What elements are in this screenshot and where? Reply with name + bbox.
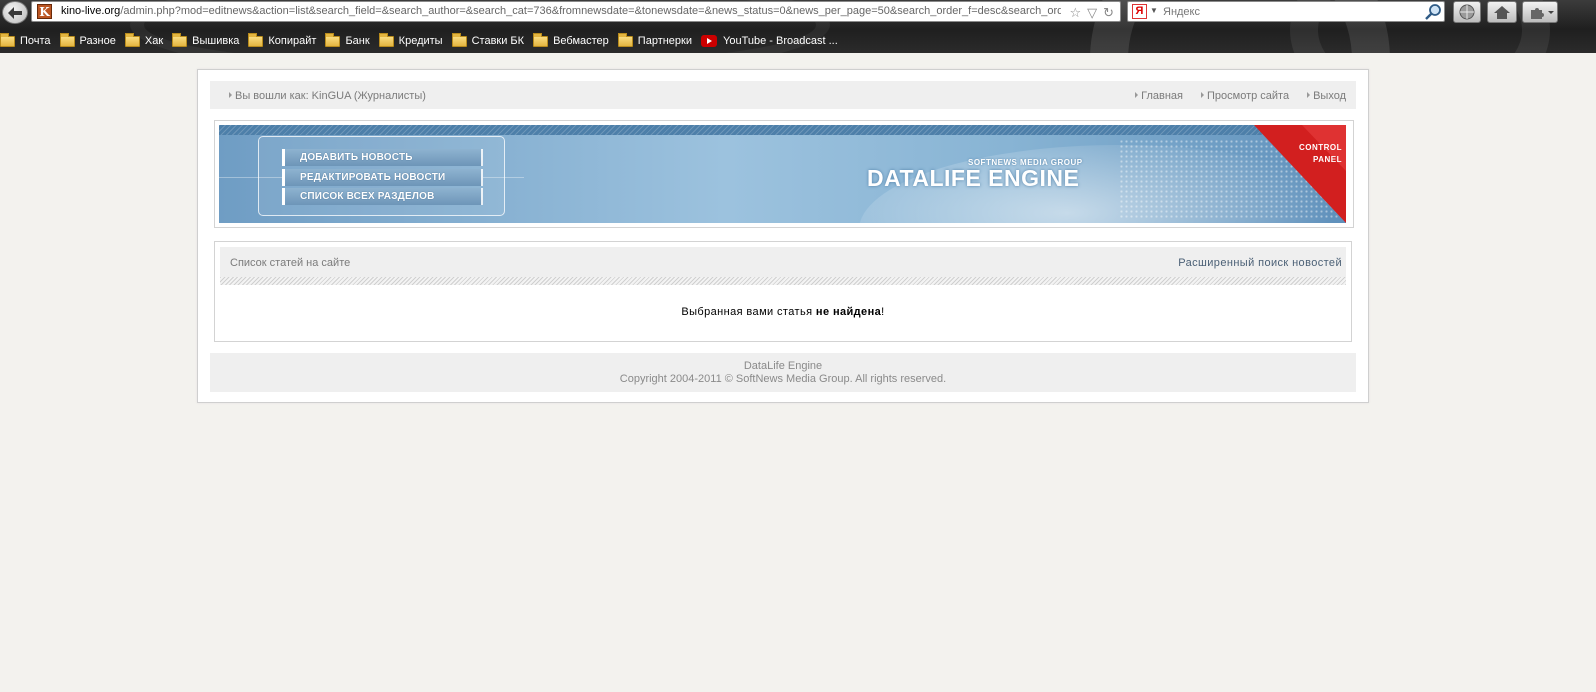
hatched-divider xyxy=(220,277,1346,285)
control-panel-corner xyxy=(1254,125,1346,223)
articles-header: Список статей на сайте Расширенный поиск… xyxy=(220,247,1346,277)
history-dropdown-icon[interactable]: ▽ xyxy=(1087,5,1097,20)
back-arrow-icon xyxy=(8,7,22,19)
search-engine-placeholder: Яндекс xyxy=(1163,6,1200,18)
folder-icon xyxy=(325,32,341,47)
folder-icon xyxy=(378,32,394,47)
puzzle-icon xyxy=(1531,8,1554,19)
bookmark-label: Копирайт xyxy=(268,35,317,47)
search-engine-dropdown-icon[interactable]: ▼ xyxy=(1150,6,1158,15)
articles-box: Список статей на сайте Расширенный поиск… xyxy=(214,241,1352,342)
bookmark-item[interactable]: Разное xyxy=(59,32,116,47)
logout-link[interactable]: Выход xyxy=(1307,90,1346,102)
bullet-arrow-icon xyxy=(1135,92,1139,98)
page-footer: DataLife Engine Copyright 2004-2011 © So… xyxy=(210,353,1356,392)
folder-icon xyxy=(124,32,140,47)
reload-icon[interactable]: ↻ xyxy=(1103,5,1114,20)
bookmark-item[interactable]: Банк xyxy=(325,32,370,47)
youtube-icon xyxy=(701,35,718,47)
addon-button[interactable] xyxy=(1453,1,1481,23)
top-links: Главная Просмотр сайта Выход xyxy=(1135,90,1346,102)
quick-menu-panel: ДОБАВИТЬ НОВОСТЬ РЕДАКТИРОВАТЬ НОВОСТИ С… xyxy=(258,136,505,216)
footer-product: DataLife Engine xyxy=(743,360,823,372)
bookmark-item[interactable]: Кредиты xyxy=(378,32,443,47)
logout-link-label: Выход xyxy=(1313,90,1346,102)
folder-icon xyxy=(617,32,633,47)
folder-icon xyxy=(0,32,15,47)
search-icon[interactable] xyxy=(1424,3,1442,21)
bookmark-item[interactable]: Вебмастер xyxy=(533,32,609,47)
message-prefix: Выбранная вами статья xyxy=(681,306,816,318)
articles-title: Список статей на сайте xyxy=(230,257,351,269)
message-bold: не найдена xyxy=(815,306,882,318)
bookmark-item[interactable]: Вышивка xyxy=(172,32,240,47)
globe-icon xyxy=(1459,4,1475,20)
site-favicon-icon: K xyxy=(37,4,52,19)
message-suffix: ! xyxy=(881,306,885,318)
bookmark-item[interactable]: Почта xyxy=(0,32,51,47)
admin-panel-frame: Вы вошли как: KinGUA (Журналисты) Главна… xyxy=(197,69,1369,403)
footer-copyright: Copyright 2004-2011 © SoftNews Media Gro… xyxy=(619,373,947,385)
control-panel-line2: PANEL xyxy=(1312,155,1342,164)
control-panel-line1: CONTROL xyxy=(1298,143,1342,152)
address-bar-icons: ☆ ▽ ↻ xyxy=(1069,4,1114,20)
bookmark-label: Кредиты xyxy=(398,35,443,47)
bookmark-label: Разное xyxy=(79,35,116,47)
advanced-search-link[interactable]: Расширенный поиск новостей xyxy=(1178,257,1342,269)
bookmark-item[interactable]: YouTube - Broadcast ... xyxy=(701,35,838,47)
home-link[interactable]: Главная xyxy=(1135,90,1183,102)
edit-news-button[interactable]: РЕДАКТИРОВАТЬ НОВОСТИ xyxy=(282,169,483,186)
view-site-link-label: Просмотр сайта xyxy=(1206,90,1290,102)
back-button[interactable] xyxy=(2,1,28,24)
bookmark-label: Хак xyxy=(144,35,164,47)
url-host: kino-live.org xyxy=(61,5,121,17)
user-info: Вы вошли как: KinGUA (Журналисты) xyxy=(229,90,426,102)
bookmark-label: Вышивка xyxy=(192,35,240,47)
home-link-label: Главная xyxy=(1141,90,1183,102)
extensions-button[interactable] xyxy=(1522,1,1558,23)
bullet-arrow-icon xyxy=(229,92,232,98)
search-bar[interactable]: Я ▼ Яндекс xyxy=(1127,1,1445,22)
add-news-button[interactable]: ДОБАВИТЬ НОВОСТЬ xyxy=(282,149,483,166)
bookmark-label: Партнерки xyxy=(637,35,693,47)
yandex-logo-icon[interactable]: Я xyxy=(1132,4,1147,19)
folder-icon xyxy=(59,32,75,47)
bookmark-label: Почта xyxy=(20,35,51,47)
url-text[interactable]: kino-live.org/admin.php?mod=editnews&act… xyxy=(61,5,1061,17)
bookmarks-toolbar: Почта Разное Хак Вышивка Копирайт Банк К… xyxy=(0,31,1596,51)
folder-icon xyxy=(248,32,264,47)
bookmark-item[interactable]: Ставки БК xyxy=(451,32,525,47)
bookmark-label: Банк xyxy=(345,35,370,47)
folder-icon xyxy=(451,32,467,47)
url-path: /admin.php?mod=editnews&action=list&sear… xyxy=(120,5,1061,17)
all-sections-button[interactable]: СПИСОК ВСЕХ РАЗДЕЛОВ xyxy=(282,188,483,205)
address-bar[interactable]: K kino-live.org/admin.php?mod=editnews&a… xyxy=(31,1,1121,22)
folder-icon xyxy=(172,32,188,47)
bookmark-label: YouTube - Broadcast ... xyxy=(723,35,838,47)
bookmark-item[interactable]: Хак xyxy=(124,32,164,47)
browser-chrome: K kino-live.org/admin.php?mod=editnews&a… xyxy=(0,0,1596,53)
user-info-text: Вы вошли как: KinGUA (Журналисты) xyxy=(235,90,426,102)
bullet-arrow-icon xyxy=(1200,92,1204,98)
datalife-banner: ДОБАВИТЬ НОВОСТЬ РЕДАКТИРОВАТЬ НОВОСТИ С… xyxy=(219,125,1346,223)
bookmark-label: Вебмастер xyxy=(553,35,609,47)
not-found-message: Выбранная вами статья не найдена! xyxy=(215,306,1351,318)
bookmark-star-icon[interactable]: ☆ xyxy=(1069,5,1081,20)
home-button[interactable] xyxy=(1487,1,1517,23)
banner-stripe xyxy=(219,125,1346,135)
view-site-link[interactable]: Просмотр сайта xyxy=(1200,90,1290,102)
admin-topbar: Вы вошли как: KinGUA (Журналисты) Главна… xyxy=(210,81,1356,109)
bookmark-label: Ставки БК xyxy=(471,35,525,47)
folder-icon xyxy=(533,32,549,47)
navigation-toolbar: K kino-live.org/admin.php?mod=editnews&a… xyxy=(0,0,1596,24)
bookmark-item[interactable]: Копирайт xyxy=(248,32,317,47)
header-banner-box: ДОБАВИТЬ НОВОСТЬ РЕДАКТИРОВАТЬ НОВОСТИ С… xyxy=(214,120,1354,228)
brand-logo-text: DATALIFE ENGINE xyxy=(867,165,1080,191)
bookmark-item[interactable]: Партнерки xyxy=(617,32,693,47)
home-icon xyxy=(1494,6,1510,19)
bullet-arrow-icon xyxy=(1307,92,1311,98)
control-panel-label: CONTROL PANEL xyxy=(1299,142,1342,166)
